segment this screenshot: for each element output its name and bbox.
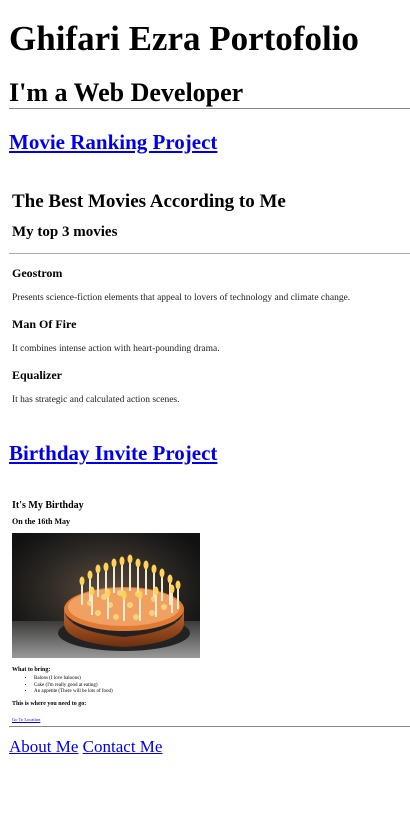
birthday-date: On the 16th May <box>12 517 70 526</box>
movie-item: Man Of Fire It combines intense action w… <box>12 317 410 355</box>
movie-description: It combines intense action with heart-po… <box>12 344 220 354</box>
page-subtitle: I'm a Web Developer <box>9 78 244 107</box>
movie-divider <box>9 253 410 254</box>
movie-description: Presents science-fiction elements that a… <box>12 293 351 303</box>
birthday-cake-image <box>12 533 200 658</box>
bring-heading: What to bring: <box>12 667 51 673</box>
location-link[interactable]: Go To Location <box>12 717 40 723</box>
movie-item: Geostrom Presents science-fiction elemen… <box>12 266 410 304</box>
movie-item: Equalizer It has strategic and calculate… <box>12 368 410 406</box>
movie-page-subtitle: My top 3 movies <box>12 224 118 240</box>
footer-nav: About Me Contact Me <box>9 737 401 757</box>
birthday-project-link[interactable]: Birthday Invite Project <box>9 440 217 466</box>
movie-name: Geostrom <box>12 266 63 280</box>
list-item: An appetite (There will be lots of food) <box>34 689 401 696</box>
divider <box>9 108 410 109</box>
about-me-link[interactable]: About Me <box>9 737 78 756</box>
movie-description: It has strategic and calculated action s… <box>12 395 180 405</box>
birthday-title: It's My Birthday <box>12 500 84 511</box>
movie-project-link[interactable]: Movie Ranking Project <box>9 129 217 155</box>
page: Ghifari Ezra Portofolio I'm a Web Develo… <box>0 0 410 757</box>
movie-name: Equalizer <box>12 368 62 382</box>
movie-page-title: The Best Movies According to Me <box>12 191 286 212</box>
footer-divider <box>9 725 410 727</box>
where-heading: This is where you need to go: <box>12 700 87 707</box>
contact-me-link[interactable]: Contact Me <box>83 737 163 756</box>
page-title: Ghifari Ezra Portofolio <box>9 19 359 58</box>
birthday-project-embed: It's My Birthday On the 16th May What to… <box>12 500 401 726</box>
movie-name: Man Of Fire <box>12 317 77 331</box>
bring-list: Balons (I love baloons) Cake (I'm really… <box>12 676 401 696</box>
movie-project-embed: The Best Movies According to Me My top 3… <box>9 191 410 406</box>
